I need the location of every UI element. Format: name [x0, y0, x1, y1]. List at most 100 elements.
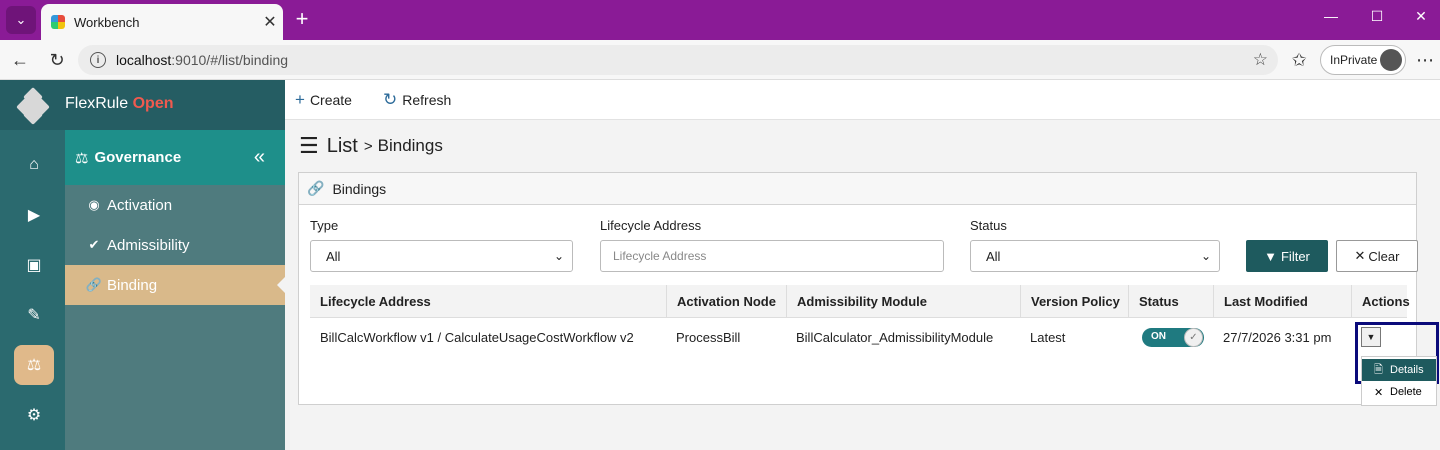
col-actions: Actions	[1351, 285, 1410, 318]
cell-version-policy: Latest	[1030, 329, 1066, 345]
tab-actions-menu-button[interactable]: ⌄	[6, 6, 36, 34]
create-button[interactable]: + Create	[295, 90, 352, 110]
gear-icon[interactable]: ⚙	[14, 395, 54, 435]
type-select-value: All	[326, 248, 341, 264]
tab-title: Workbench	[74, 14, 140, 30]
submenu-item-label: Admissibility	[107, 236, 190, 254]
submenu-item-label: Binding	[107, 276, 158, 294]
status-select[interactable]: All ⌄	[970, 240, 1220, 272]
cell-admissibility-module: BillCalculator_AdmissibilityModule	[796, 329, 994, 345]
breadcrumb-root[interactable]: List	[327, 135, 358, 158]
table-header: Lifecycle Address Activation Node Admiss…	[310, 285, 1410, 318]
new-tab-button[interactable]: +	[290, 8, 314, 32]
status-select-value: All	[986, 248, 1001, 264]
back-icon[interactable]: ←	[8, 48, 32, 72]
brand-bar: FlexRule Open	[0, 80, 285, 130]
breadcrumb: ☰ List > Bindings	[299, 133, 443, 159]
main-content: + Create ↻ Refresh ☰ List > Bindings 🔗 B…	[285, 80, 1440, 450]
list-icon: ☰	[299, 133, 319, 158]
archive-icon[interactable]: ▣	[14, 245, 54, 285]
inprivate-badge[interactable]: InPrivate	[1320, 45, 1406, 75]
collapse-chevron-icon[interactable]: «	[254, 146, 265, 169]
cell-last-modified: 27/7/2026 3:31 pm	[1223, 329, 1332, 345]
toggle-icon: ◉	[88, 197, 100, 212]
create-label: Create	[309, 92, 352, 108]
col-activation-node[interactable]: Activation Node	[666, 285, 786, 318]
filter-button[interactable]: ▼ Filter	[1246, 240, 1328, 272]
close-icon: ✕	[1374, 386, 1384, 399]
brand-name: FlexRule Open	[65, 95, 173, 113]
submenu-item-activation[interactable]: ◉ Activation	[65, 185, 285, 225]
play-icon[interactable]: ▶	[14, 195, 54, 235]
flexrule-app: FlexRule Open ⌂ ▶ ▣ ✎ ⚖ ⚙ ⚖ Governance «…	[0, 80, 1440, 450]
brand-accent-text: Open	[132, 95, 174, 112]
status-toggle[interactable]: ON ✓	[1142, 328, 1204, 347]
lifecycle-address-input[interactable]: Lifecycle Address	[600, 240, 944, 272]
content-toolbar: + Create ↻ Refresh	[285, 80, 1440, 120]
brand-name-text: FlexRule	[65, 95, 129, 112]
submenu-item-binding[interactable]: 🔗 Binding	[65, 265, 285, 305]
close-tab-icon[interactable]: ✕	[257, 12, 283, 32]
cell-activation-node: ProcessBill	[676, 329, 741, 345]
details-menu-item[interactable]: 🗎 Details	[1362, 359, 1436, 381]
filter-label: Filter	[1280, 248, 1310, 264]
favorite-star-icon[interactable]: ☆	[1253, 50, 1268, 70]
caret-down-icon: ▼	[1366, 332, 1376, 342]
close-icon: ✕	[1354, 248, 1366, 263]
submenu-header: ⚖ Governance «	[65, 130, 285, 185]
refresh-button[interactable]: ↻ Refresh	[383, 90, 451, 110]
panel-title: Bindings	[332, 180, 387, 197]
col-last-modified[interactable]: Last Modified	[1213, 285, 1351, 318]
more-options-icon[interactable]: ⋯	[1413, 48, 1437, 72]
icon-rail: ⌂ ▶ ▣ ✎ ⚖ ⚙	[0, 130, 65, 450]
actions-dropdown-menu: 🗎 Details ✕ Delete	[1361, 356, 1437, 406]
plus-icon: +	[295, 90, 305, 109]
reload-icon[interactable]: ↻	[45, 48, 69, 72]
col-lifecycle-address[interactable]: Lifecycle Address	[310, 285, 666, 318]
panel-header: 🔗 Bindings	[299, 173, 1416, 205]
lifecycle-address-label: Lifecycle Address	[600, 218, 702, 233]
favorites-icon[interactable]: ✩	[1287, 48, 1311, 72]
chevron-down-icon: ⌄	[1200, 249, 1211, 263]
site-info-icon[interactable]: i	[90, 52, 106, 68]
maximize-button[interactable]: ☐	[1364, 8, 1390, 25]
chevron-down-icon: ⌄	[15, 12, 27, 27]
status-label: Status	[970, 218, 1007, 233]
inprivate-label: InPrivate	[1330, 53, 1378, 67]
minimize-button[interactable]: —	[1318, 8, 1344, 24]
address-bar[interactable]: i localhost :9010/#/list/binding ☆	[78, 45, 1278, 75]
governance-submenu: ⚖ Governance « ◉ Activation ✔ Admissibil…	[65, 130, 285, 450]
bindings-panel: 🔗 Bindings Type All ⌄ Lifecycle Address …	[298, 172, 1418, 405]
filter-icon: ▼	[1264, 248, 1277, 264]
col-version-policy[interactable]: Version Policy	[1020, 285, 1128, 318]
document-icon: 🗎	[1374, 363, 1383, 376]
profile-avatar	[1380, 49, 1402, 71]
pencil-icon[interactable]: ✎	[14, 295, 54, 335]
clear-button[interactable]: ✕ Clear	[1336, 240, 1418, 272]
col-admissibility-module[interactable]: Admissibility Module	[786, 285, 1020, 318]
col-status[interactable]: Status	[1128, 285, 1213, 318]
chevron-down-icon: ⌄	[553, 249, 564, 263]
home-icon[interactable]: ⌂	[14, 145, 54, 185]
lifecycle-address-placeholder: Lifecycle Address	[613, 249, 707, 263]
details-label: Details	[1390, 364, 1424, 376]
breadcrumb-current: Bindings	[377, 136, 443, 155]
submenu-item-admissibility[interactable]: ✔ Admissibility	[65, 225, 285, 265]
workbench-favicon-icon	[51, 15, 65, 29]
cell-lifecycle-address: BillCalcWorkflow v1 / CalculateUsageCost…	[320, 329, 634, 345]
refresh-icon: ↻	[383, 90, 398, 109]
clear-label: Clear	[1368, 248, 1400, 264]
scales-icon: ⚖	[75, 149, 89, 167]
submenu-item-label: Activation	[107, 196, 173, 214]
link-icon: 🔗	[307, 180, 325, 196]
delete-menu-item[interactable]: ✕ Delete	[1362, 381, 1436, 403]
check-icon: ✓	[1184, 328, 1203, 347]
browser-toolbar: ← ↻ i localhost :9010/#/list/binding ☆ ✩…	[0, 40, 1440, 80]
browser-tab[interactable]: Workbench ✕	[41, 4, 283, 40]
actions-dropdown-toggle[interactable]: ▼	[1361, 327, 1381, 347]
submenu-title: Governance	[94, 149, 182, 166]
breadcrumb-separator: >	[363, 137, 373, 155]
scales-icon[interactable]: ⚖	[14, 345, 54, 385]
close-window-button[interactable]: ✕	[1408, 8, 1434, 25]
type-select[interactable]: All ⌄	[310, 240, 573, 272]
